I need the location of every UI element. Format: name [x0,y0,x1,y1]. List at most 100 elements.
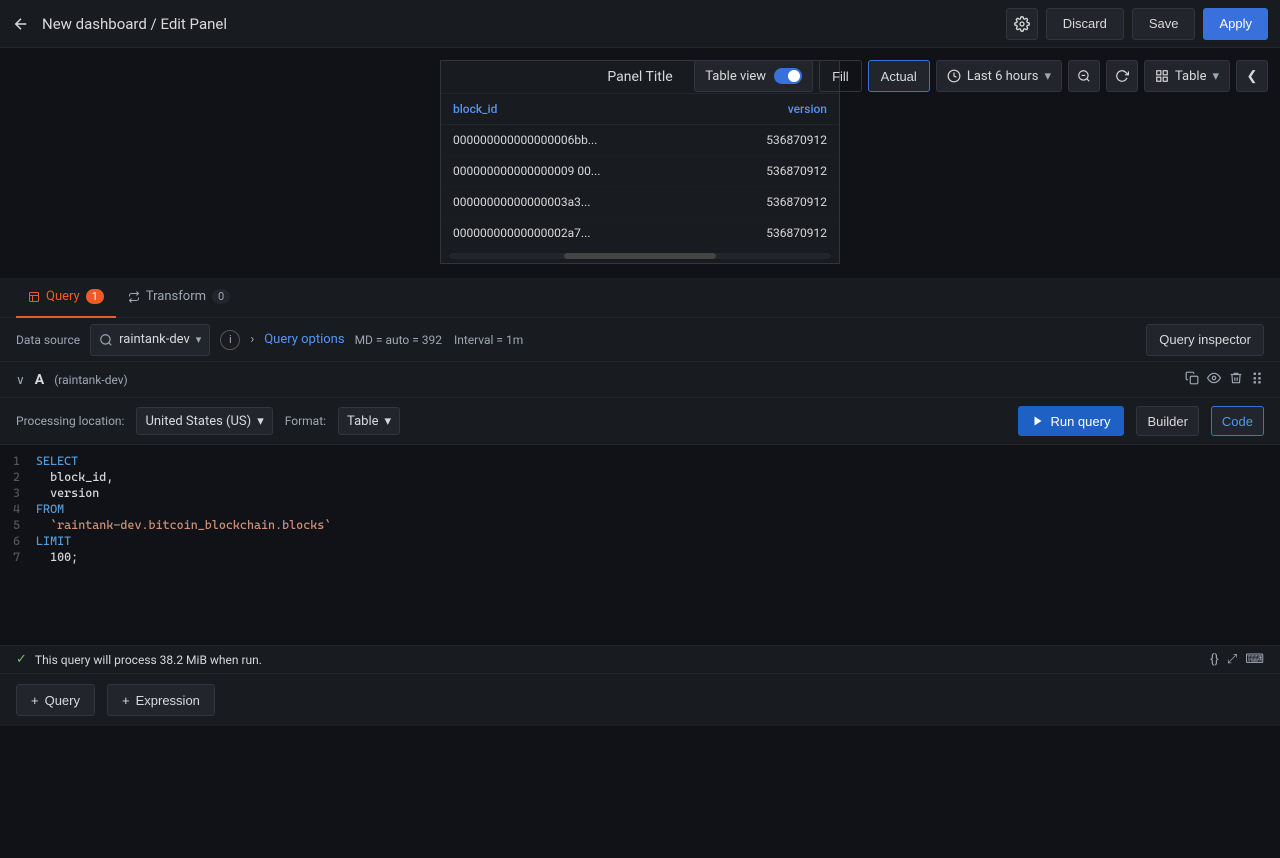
table-row: 00000000000000002a7...536870912 [441,218,839,249]
line-content: 100; [36,550,78,564]
topbar: New dashboard / Edit Panel Discard Save … [0,0,1280,48]
cell-block-id: 000000000000000006bb... [441,125,707,156]
processing-location-selector[interactable]: United States (US) ▾ [136,407,272,435]
add-expression-button[interactable]: + Expression [107,684,215,716]
line-number: 1 [0,454,36,468]
line-content: version [36,486,99,500]
code-line: 4FROM [0,501,1280,517]
save-button[interactable]: Save [1132,8,1196,40]
cell-version: 536870912 [707,156,839,187]
query-a-ds-name: (raintank-dev) [54,373,1175,387]
status-icons: {} ⤢ ⌨ [1210,652,1264,667]
cell-block-id: 00000000000000003a3... [441,187,707,218]
datasource-name: raintank-dev [119,332,190,347]
table-view-switch[interactable] [774,68,802,84]
table-row: 00000000000000003a3...536870912 [441,187,839,218]
cell-version: 536870912 [707,187,839,218]
line-content: `raintank-dev.bitcoin_blockchain.blocks` [36,518,331,532]
line-number: 2 [0,470,36,484]
line-number: 5 [0,518,36,532]
status-keyboard-icon[interactable]: ⌨ [1245,652,1264,667]
table-view-toggle[interactable]: Table view [694,60,813,92]
add-query-label: Query [45,693,80,708]
status-expand-icon[interactable]: ⤢ [1227,652,1237,667]
discard-button[interactable]: Discard [1046,8,1124,40]
preview-controls: Table view Fill Actual Last 6 hours ▾ [694,60,1268,92]
processing-chevron-icon: ▾ [257,414,264,429]
col-version[interactable]: version [707,94,839,125]
tab-query[interactable]: Query 1 [16,278,116,318]
page-title: New dashboard / Edit Panel [42,15,994,33]
code-line: 3 version [0,485,1280,501]
view-selector[interactable]: Table ▾ [1144,60,1230,92]
data-table: block_id version 000000000000000006bb...… [441,94,839,249]
copy-icon[interactable] [1185,371,1199,389]
line-content: LIMIT [36,534,71,548]
tabs-row: Query 1 Transform 0 [0,278,1280,318]
query-a-collapse-icon[interactable]: ∨ [16,373,25,387]
run-query-button[interactable]: Run query [1018,406,1124,436]
table-row: 000000000000000009 00...536870912 [441,156,839,187]
builder-button[interactable]: Builder [1136,406,1198,436]
line-content: FROM [36,502,64,516]
code-line: 7 100; [0,549,1280,565]
code-editor[interactable]: 1SELECT2 block_id,3 version4FROM5 `raint… [0,445,1280,645]
add-query-button[interactable]: + Query [16,684,95,716]
tab-transform-label: Transform [146,289,206,304]
query-toolbar: Data source raintank-dev ▾ i › Query opt… [0,318,1280,362]
processing-label: Processing location: [16,414,124,428]
format-chevron-icon: ▾ [385,414,392,429]
time-range-picker[interactable]: Last 6 hours ▾ [936,60,1062,92]
code-line: 6LIMIT [0,533,1280,549]
view-chevron-icon: ▾ [1212,69,1219,84]
datasource-selector[interactable]: raintank-dev ▾ [90,324,210,356]
datasource-info-icon[interactable]: i [220,330,240,350]
status-bar: ✓ This query will process 38.2 MiB when … [0,645,1280,673]
add-expression-label: Expression [136,693,200,708]
line-number: 3 [0,486,36,500]
scrollbar[interactable] [449,253,831,259]
cell-block-id: 00000000000000002a7... [441,218,707,249]
view-label: Table [1175,69,1206,84]
back-button[interactable] [12,15,30,33]
code-line: 5 `raintank-dev.bitcoin_blockchain.block… [0,517,1280,533]
line-number: 6 [0,534,36,548]
line-number: 7 [0,550,36,564]
query-a-letter: A [35,372,44,388]
drag-icon[interactable]: ⠿ [1251,370,1264,389]
arrow-icon: › [250,332,254,347]
time-range-label: Last 6 hours [967,69,1039,84]
query-meta: MD = auto = 392 Interval = 1m [355,333,1137,347]
topbar-actions: Discard Save Apply [1006,8,1268,40]
settings-button[interactable] [1006,8,1038,40]
refresh-button[interactable] [1106,60,1138,92]
status-json-icon[interactable]: {} [1210,652,1219,667]
actual-button[interactable]: Actual [868,60,930,92]
table-view-label: Table view [705,69,766,84]
query-options-button[interactable]: Query options [264,332,344,347]
tab-query-badge: 1 [86,289,104,304]
processing-location-value: United States (US) [145,414,251,429]
format-selector[interactable]: Table ▾ [338,407,400,435]
cell-version: 536870912 [707,125,839,156]
collapse-panel-button[interactable]: ❮ [1236,60,1268,92]
tab-transform[interactable]: Transform 0 [116,278,242,318]
query-inspector-button[interactable]: Query inspector [1146,324,1264,356]
query-sub-toolbar: Processing location: United States (US) … [0,398,1280,445]
md-info: MD = auto = 392 [355,333,442,347]
add-row: + Query + Expression [0,673,1280,726]
col-block-id[interactable]: block_id [441,94,707,125]
cell-version: 536870912 [707,218,839,249]
zoom-out-button[interactable] [1068,60,1100,92]
code-line: 1SELECT [0,453,1280,469]
eye-icon[interactable] [1207,371,1221,389]
apply-button[interactable]: Apply [1203,8,1268,40]
status-text: This query will process 38.2 MiB when ru… [35,653,1202,667]
code-button[interactable]: Code [1211,406,1264,436]
fill-button[interactable]: Fill [819,60,862,92]
code-line: 2 block_id, [0,469,1280,485]
table-row: 000000000000000006bb...536870912 [441,125,839,156]
run-query-label: Run query [1050,414,1110,429]
tab-query-label: Query [46,289,80,304]
delete-icon[interactable] [1229,371,1243,389]
